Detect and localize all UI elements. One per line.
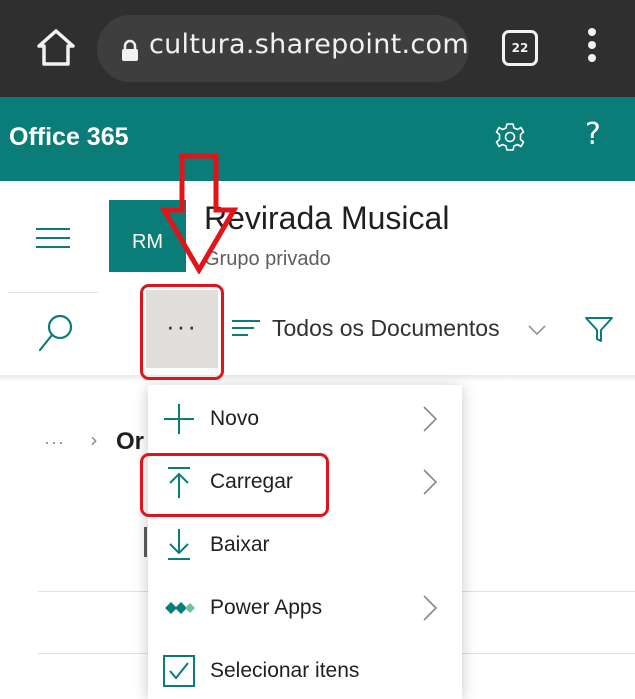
chevron-right-icon xyxy=(423,406,438,432)
search-icon[interactable] xyxy=(37,312,75,354)
context-menu: Novo Carregar Baixar Power Apps Selecion… xyxy=(148,385,462,699)
menu-item-label: Selecionar itens xyxy=(210,659,360,682)
menu-item-novo[interactable]: Novo xyxy=(148,388,462,450)
browser-toolbar: cultura.sharepoint.com 22 xyxy=(0,0,635,97)
suite-bar: Office 365 ? xyxy=(0,97,635,181)
gear-icon[interactable] xyxy=(494,121,526,153)
site-title[interactable]: Revirada Musical xyxy=(204,200,449,237)
menu-item-label: Power Apps xyxy=(210,596,323,619)
address-bar[interactable]: cultura.sharepoint.com xyxy=(97,15,469,82)
highlight-carregar xyxy=(140,453,329,517)
divider xyxy=(8,292,98,293)
breadcrumb-overflow[interactable]: ··· xyxy=(44,432,65,453)
power-apps-icon xyxy=(165,602,195,614)
view-selector[interactable]: Todos os Documentos xyxy=(272,315,500,342)
menu-item-baixar[interactable]: Baixar xyxy=(148,514,462,576)
highlight-more-button xyxy=(140,284,224,380)
tabs-icon[interactable]: 22 xyxy=(502,30,538,66)
chevron-right-icon xyxy=(423,595,438,621)
chevron-down-icon[interactable] xyxy=(528,324,546,336)
help-icon[interactable]: ? xyxy=(585,117,601,152)
checkbox-icon xyxy=(163,655,195,687)
chevron-right-icon xyxy=(423,469,438,495)
filter-icon[interactable] xyxy=(584,315,614,343)
menu-item-label: Novo xyxy=(210,407,260,430)
menu-item-label: Baixar xyxy=(210,533,270,556)
chevron-right-icon: › xyxy=(90,428,98,452)
command-bar-shadow xyxy=(0,375,635,381)
app-title[interactable]: Office 365 xyxy=(9,123,129,152)
url-text: cultura.sharepoint.com xyxy=(149,29,469,60)
lock-icon xyxy=(122,39,138,61)
arrow-down-annotation xyxy=(160,153,238,274)
menu-item-selecionar-itens[interactable]: Selecionar itens xyxy=(148,640,462,699)
hamburger-icon[interactable] xyxy=(36,228,70,250)
plus-icon xyxy=(164,404,194,434)
menu-item-power-apps[interactable]: Power Apps xyxy=(148,577,462,639)
breadcrumb-current[interactable]: Or xyxy=(116,428,144,456)
kebab-menu-icon[interactable] xyxy=(580,28,604,68)
view-list-icon xyxy=(232,320,260,336)
list-item xyxy=(144,527,147,557)
home-icon[interactable] xyxy=(34,26,78,70)
download-icon xyxy=(168,529,190,560)
